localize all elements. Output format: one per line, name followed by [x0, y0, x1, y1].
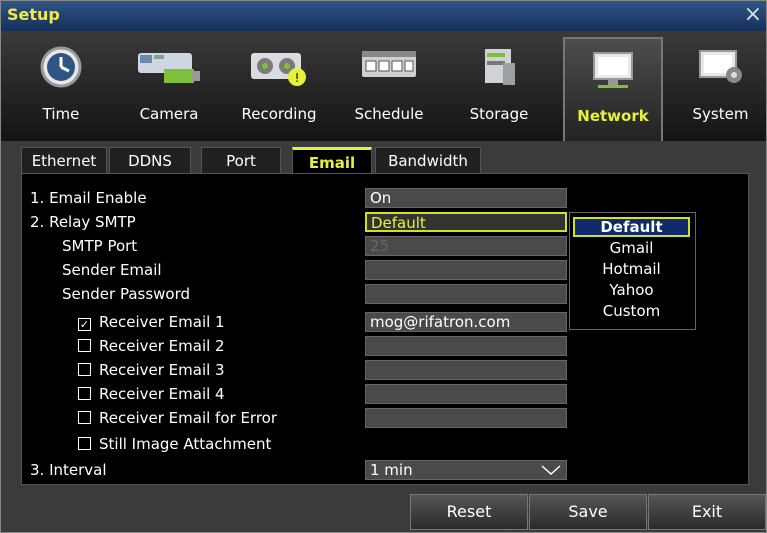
smtp-option-yahoo[interactable]: Yahoo: [573, 280, 690, 300]
receiver-email-error-checkbox[interactable]: [78, 411, 91, 424]
receiver-email-1-row: ✓ Receiver Email 1: [78, 310, 225, 334]
receiver-email-4-row: Receiver Email 4: [78, 382, 225, 406]
tab-ddns[interactable]: DDNS: [109, 147, 191, 173]
category-camera-label: Camera: [139, 105, 199, 123]
tab-bandwidth[interactable]: Bandwidth: [375, 147, 481, 173]
recording-icon: !: [251, 53, 306, 86]
receiver-email-3-field[interactable]: [365, 360, 567, 380]
relay-smtp-select[interactable]: Default: [365, 212, 567, 232]
window-title: Setup: [7, 5, 60, 24]
tab-bar: Ethernet DDNS Port Email Bandwidth: [1, 141, 766, 173]
sender-password-label: Sender Password: [62, 285, 191, 303]
close-icon[interactable]: ×: [744, 2, 762, 28]
sender-email-field[interactable]: [365, 260, 567, 280]
receiver-email-3-checkbox[interactable]: [78, 363, 91, 376]
still-image-label: Still Image Attachment: [99, 435, 272, 453]
email-settings-panel: 1. Email Enable On 2. Relay SMTP Default…: [21, 173, 749, 485]
receiver-email-4-label: Receiver Email 4: [99, 385, 225, 403]
smtp-port-label: SMTP Port: [62, 237, 138, 255]
receiver-email-1-label: Receiver Email 1: [99, 313, 225, 331]
tab-email[interactable]: Email: [292, 147, 372, 173]
receiver-email-3-row: Receiver Email 3: [78, 358, 225, 382]
category-camera[interactable]: Camera: [119, 31, 219, 141]
receiver-email-3-label: Receiver Email 3: [99, 361, 225, 379]
tab-port[interactable]: Port: [201, 147, 281, 173]
svg-text:!: !: [295, 71, 300, 85]
receiver-email-error-label: Receiver Email for Error: [99, 409, 278, 427]
still-image-checkbox[interactable]: [78, 437, 91, 450]
schedule-icon: [362, 51, 416, 77]
receiver-email-1-field[interactable]: mog@rifatron.com: [365, 312, 567, 332]
exit-button[interactable]: Exit: [648, 494, 766, 530]
category-system[interactable]: System: [673, 31, 767, 141]
receiver-email-4-checkbox[interactable]: [78, 387, 91, 400]
email-enable-label: 1. Email Enable: [30, 189, 147, 207]
relay-smtp-label: 2. Relay SMTP: [30, 213, 136, 231]
smtp-option-custom[interactable]: Custom: [573, 301, 690, 321]
category-recording-label: Recording: [241, 105, 317, 123]
system-icon: [698, 50, 742, 83]
interval-label: 3. Interval: [30, 461, 107, 479]
receiver-email-2-row: Receiver Email 2: [78, 334, 225, 358]
still-image-row: Still Image Attachment: [78, 432, 271, 456]
category-recording[interactable]: ! Recording: [229, 31, 329, 141]
smtp-dropdown-list: Default Gmail Hotmail Yahoo Custom: [569, 212, 696, 330]
category-schedule-label: Schedule: [354, 105, 424, 123]
chevron-down-icon: [541, 465, 561, 476]
category-system-label: System: [692, 105, 749, 123]
smtp-option-default[interactable]: Default: [573, 217, 690, 237]
category-time[interactable]: Time: [15, 31, 107, 141]
receiver-email-2-field[interactable]: [365, 336, 567, 356]
receiver-email-1-checkbox[interactable]: ✓: [78, 318, 91, 331]
smtp-port-field[interactable]: 25: [365, 236, 567, 256]
category-schedule[interactable]: Schedule: [339, 31, 439, 141]
title-bar: Setup ×: [1, 1, 766, 31]
clock-icon: [40, 46, 82, 88]
receiver-email-4-field[interactable]: [365, 384, 567, 404]
category-time-label: Time: [42, 105, 80, 123]
setup-window: Setup × Time Camera ! Recording Schedule…: [0, 0, 767, 533]
category-toolbar: Time Camera ! Recording Schedule Storage…: [1, 31, 766, 141]
tab-ethernet[interactable]: Ethernet: [21, 147, 107, 173]
category-storage[interactable]: Storage: [449, 31, 549, 141]
category-network[interactable]: Network: [563, 37, 663, 141]
interval-select[interactable]: 1 min: [365, 460, 567, 480]
category-network-label: Network: [577, 107, 649, 125]
email-enable-field[interactable]: On: [365, 188, 567, 208]
smtp-option-gmail[interactable]: Gmail: [573, 238, 690, 258]
category-storage-label: Storage: [469, 105, 529, 123]
receiver-email-2-checkbox[interactable]: [78, 339, 91, 352]
smtp-option-hotmail[interactable]: Hotmail: [573, 259, 690, 279]
receiver-email-2-label: Receiver Email 2: [99, 337, 225, 355]
monitor-icon: [593, 52, 633, 88]
sender-email-label: Sender Email: [62, 261, 162, 279]
sender-password-field[interactable]: [365, 284, 567, 304]
receiver-email-error-row: Receiver Email for Error: [78, 406, 277, 430]
receiver-email-error-field[interactable]: [365, 408, 567, 428]
reset-button[interactable]: Reset: [410, 494, 528, 530]
save-button[interactable]: Save: [529, 494, 647, 530]
camera-icon: [138, 53, 200, 83]
storage-icon: [485, 49, 515, 85]
interval-value: 1 min: [370, 461, 413, 479]
